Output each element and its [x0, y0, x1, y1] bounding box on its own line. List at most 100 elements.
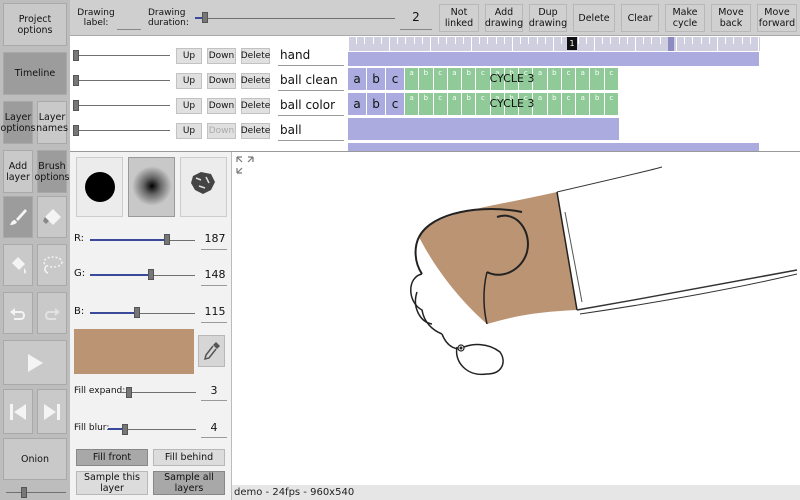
add-layer-button[interactable]: Add layer	[3, 150, 33, 193]
layer-delete-button[interactable]: Delete	[241, 48, 270, 64]
undo-button[interactable]	[3, 292, 33, 334]
layer-bar-hand[interactable]	[348, 52, 759, 66]
fill-blur-slider-knob[interactable]	[122, 424, 128, 435]
expand-canvas-button[interactable]	[235, 155, 255, 175]
b-slider-knob[interactable]	[134, 307, 141, 318]
canvas-drawing	[410, 166, 798, 376]
frame-tick	[577, 37, 579, 44]
project-options-button[interactable]: Project options	[3, 3, 67, 46]
layer-delete-button[interactable]: Delete	[241, 123, 270, 139]
layer-opacity-track[interactable]	[74, 105, 170, 106]
layer-names-button[interactable]: Layer names	[36, 101, 68, 144]
timeline-button[interactable]: Timeline	[3, 52, 67, 95]
frame-tick	[495, 37, 497, 44]
layer-options-button[interactable]: Layer options	[1, 101, 36, 144]
move-back-button[interactable]: Move back	[711, 4, 751, 32]
delete-drawing-button[interactable]: Delete	[573, 4, 615, 32]
drawing-duration-caption: Drawing duration:	[148, 8, 189, 28]
redo-icon	[45, 308, 60, 320]
layer-opacity-track[interactable]	[74, 130, 170, 131]
layer-bar-ball[interactable]	[348, 118, 619, 140]
g-slider-knob[interactable]	[147, 269, 154, 280]
eyedropper-button[interactable]	[198, 335, 225, 367]
hard-brush-icon	[85, 172, 115, 202]
fill-expand-slider-track[interactable]	[121, 392, 196, 393]
r-slider-knob[interactable]	[164, 234, 170, 245]
layer-bar-bottom[interactable]	[348, 143, 759, 151]
not-linked-button[interactable]: Not linked	[439, 4, 479, 32]
frame-ruler-playhead	[668, 37, 674, 51]
drawing-label-field[interactable]	[117, 29, 141, 30]
layer-down-button[interactable]: Down	[207, 98, 236, 114]
drawing-cell[interactable]: b	[367, 93, 386, 115]
frame-tick	[717, 37, 718, 51]
drawing-cell[interactable]: a	[348, 68, 367, 90]
layer-down-button[interactable]: Down	[207, 48, 236, 64]
duration-slider-track[interactable]	[195, 18, 395, 19]
clear-button[interactable]: Clear	[621, 4, 659, 32]
layer-down-button[interactable]: Down	[207, 123, 236, 139]
layer-opacity-knob[interactable]	[73, 100, 79, 111]
make-cycle-button[interactable]: Make cycle	[665, 4, 705, 32]
next-frame-button[interactable]	[37, 389, 67, 434]
duration-slider-knob[interactable]	[202, 12, 208, 23]
layer-up-button[interactable]: Up	[176, 123, 202, 139]
layer-opacity-knob[interactable]	[73, 125, 79, 136]
frame-tick	[413, 37, 415, 44]
layer-opacity-track[interactable]	[74, 55, 170, 56]
layer-up-button[interactable]: Up	[176, 73, 202, 89]
fill-behind-button[interactable]: Fill behind	[153, 449, 225, 466]
frame-tick	[561, 37, 563, 44]
onion-slider-track[interactable]	[6, 492, 66, 493]
layer-delete-button[interactable]: Delete	[241, 98, 270, 114]
layer-opacity-knob[interactable]	[73, 50, 79, 61]
frame-tick	[610, 37, 612, 44]
brush-preset-hard[interactable]	[76, 157, 123, 217]
sample-all-layers-button[interactable]: Sample all layers	[153, 471, 225, 495]
play-button[interactable]	[3, 340, 67, 385]
fill-expand-slider-knob[interactable]	[126, 387, 132, 398]
brush-preset-soft[interactable]	[128, 157, 175, 217]
drawing-cell[interactable]: a	[348, 93, 367, 115]
frame-tick	[520, 37, 522, 44]
previous-frame-button[interactable]	[3, 389, 33, 434]
layer-up-button[interactable]: Up	[176, 98, 202, 114]
current-frame-marker[interactable]: 1	[567, 37, 577, 50]
drawing-cell[interactable]: c	[386, 68, 405, 90]
layer-name[interactable]: ball clean	[280, 73, 338, 87]
dup-drawing-button[interactable]: Dup drawing	[529, 4, 567, 32]
drawing-canvas[interactable]	[232, 152, 800, 485]
brush-options-button[interactable]: Brush options	[35, 150, 70, 193]
frame-tick	[372, 37, 374, 44]
frame-tick	[397, 37, 399, 44]
layer-up-button[interactable]: Up	[176, 48, 202, 64]
frame-tick	[389, 37, 390, 51]
eraser-tool-button[interactable]	[37, 196, 67, 238]
g-value: 148	[204, 268, 226, 281]
layer-opacity-track[interactable]	[74, 80, 170, 81]
layer-delete-button[interactable]: Delete	[241, 73, 270, 89]
brush-tool-button[interactable]	[3, 196, 33, 238]
drawing-cell[interactable]: b	[367, 68, 386, 90]
fill-front-button[interactable]: Fill front	[76, 449, 148, 466]
move-forward-button[interactable]: Move forward	[757, 4, 797, 32]
brush-preset-texture[interactable]	[180, 157, 227, 217]
color-swatch[interactable]	[74, 329, 194, 374]
frame-tick	[348, 37, 349, 51]
lasso-tool-button[interactable]	[37, 244, 67, 286]
drawing-cell[interactable]: c	[386, 93, 405, 115]
b-label: B:	[74, 306, 85, 317]
add-drawing-button[interactable]: Add drawing	[485, 4, 523, 32]
eyedropper-icon	[203, 342, 220, 361]
layer-opacity-knob[interactable]	[73, 75, 79, 86]
frame-ruler[interactable]	[348, 37, 760, 51]
layer-name[interactable]: hand	[280, 48, 310, 62]
layer-name[interactable]: ball color	[280, 98, 335, 112]
onion-button[interactable]: Onion	[3, 438, 67, 480]
layer-down-button[interactable]: Down	[207, 73, 236, 89]
sample-this-layer-button[interactable]: Sample this layer	[76, 471, 148, 495]
layer-name[interactable]: ball	[280, 123, 302, 137]
redo-button[interactable]	[37, 292, 67, 334]
onion-slider-knob[interactable]	[21, 487, 27, 498]
fill-tool-button[interactable]	[3, 244, 33, 286]
